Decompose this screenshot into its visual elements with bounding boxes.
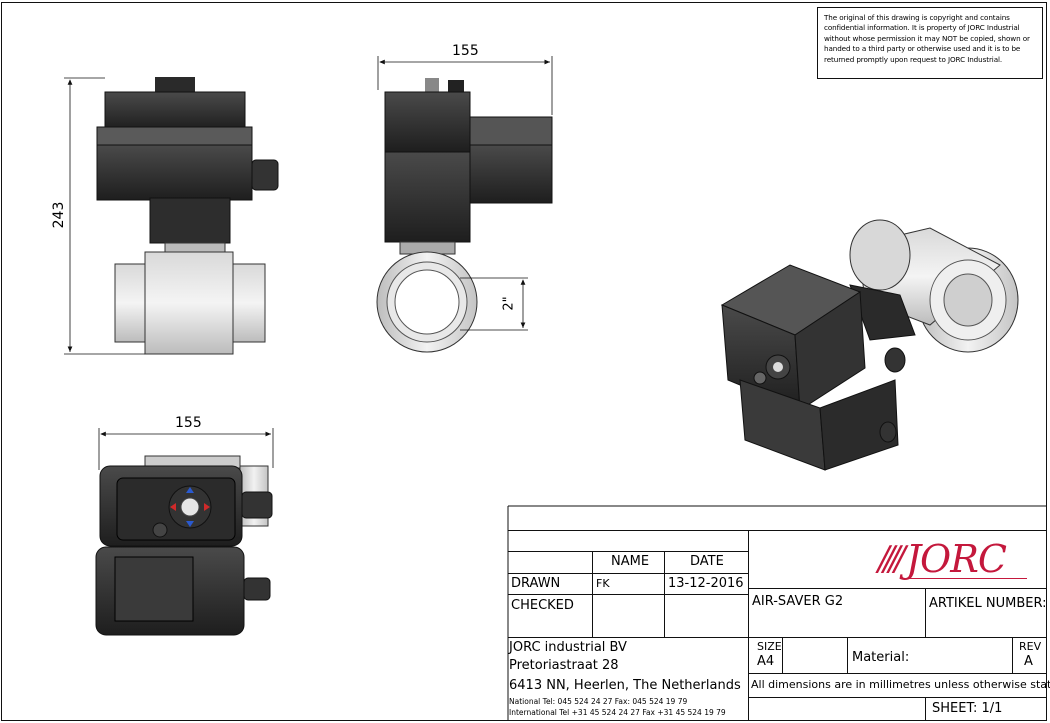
national-contact: National Tel: 045 524 24 27 Fax: 045 524… [509,697,688,706]
dim-width-top: 155 [175,415,202,431]
logo-bars-icon: //// [878,539,906,579]
col-date-header: DATE [690,554,724,569]
logo-underline [905,578,1027,579]
dim-height-front: 243 [51,201,67,229]
logo-text: JORC [905,537,1007,581]
col-name-header: NAME [611,554,650,569]
company-name: JORC industrial BV [509,640,627,655]
front-view [96,77,279,355]
rev-value: A [1024,654,1033,669]
company-street: Pretoriastraat 28 [509,658,619,673]
artikel-number-label: ARTIKEL NUMBER: [929,596,1047,611]
units-note: All dimensions are in millimetres unless… [751,678,1050,691]
side-view [376,78,553,353]
isometric-view [720,219,1019,471]
top-view [95,455,273,636]
row-drawn-label: DRAWN [511,576,561,591]
drawing-sheet: The original of this drawing is copyrigh… [0,0,1050,723]
technical-drawing [64,56,1046,720]
drawn-name: FK [596,577,610,590]
rev-label: REV [1019,640,1042,653]
row-checked-label: CHECKED [511,598,574,613]
product-name: AIR-SAVER G2 [752,594,844,609]
company-city: 6413 NN, Heerlen, The Netherlands [509,678,741,693]
international-contact: International Tel +31 45 524 24 27 Fax +… [509,708,726,717]
dim-pipe-size: 2" [501,296,517,311]
drawn-date: 13-12-2016 [668,576,744,591]
material-label: Material: [852,650,910,665]
size-label: SIZE [757,640,782,653]
jorc-logo: //// JORC [878,537,1007,581]
sheet-number: SHEET: 1/1 [932,701,1003,716]
size-value: A4 [757,654,775,669]
dim-width-side: 155 [452,43,479,59]
